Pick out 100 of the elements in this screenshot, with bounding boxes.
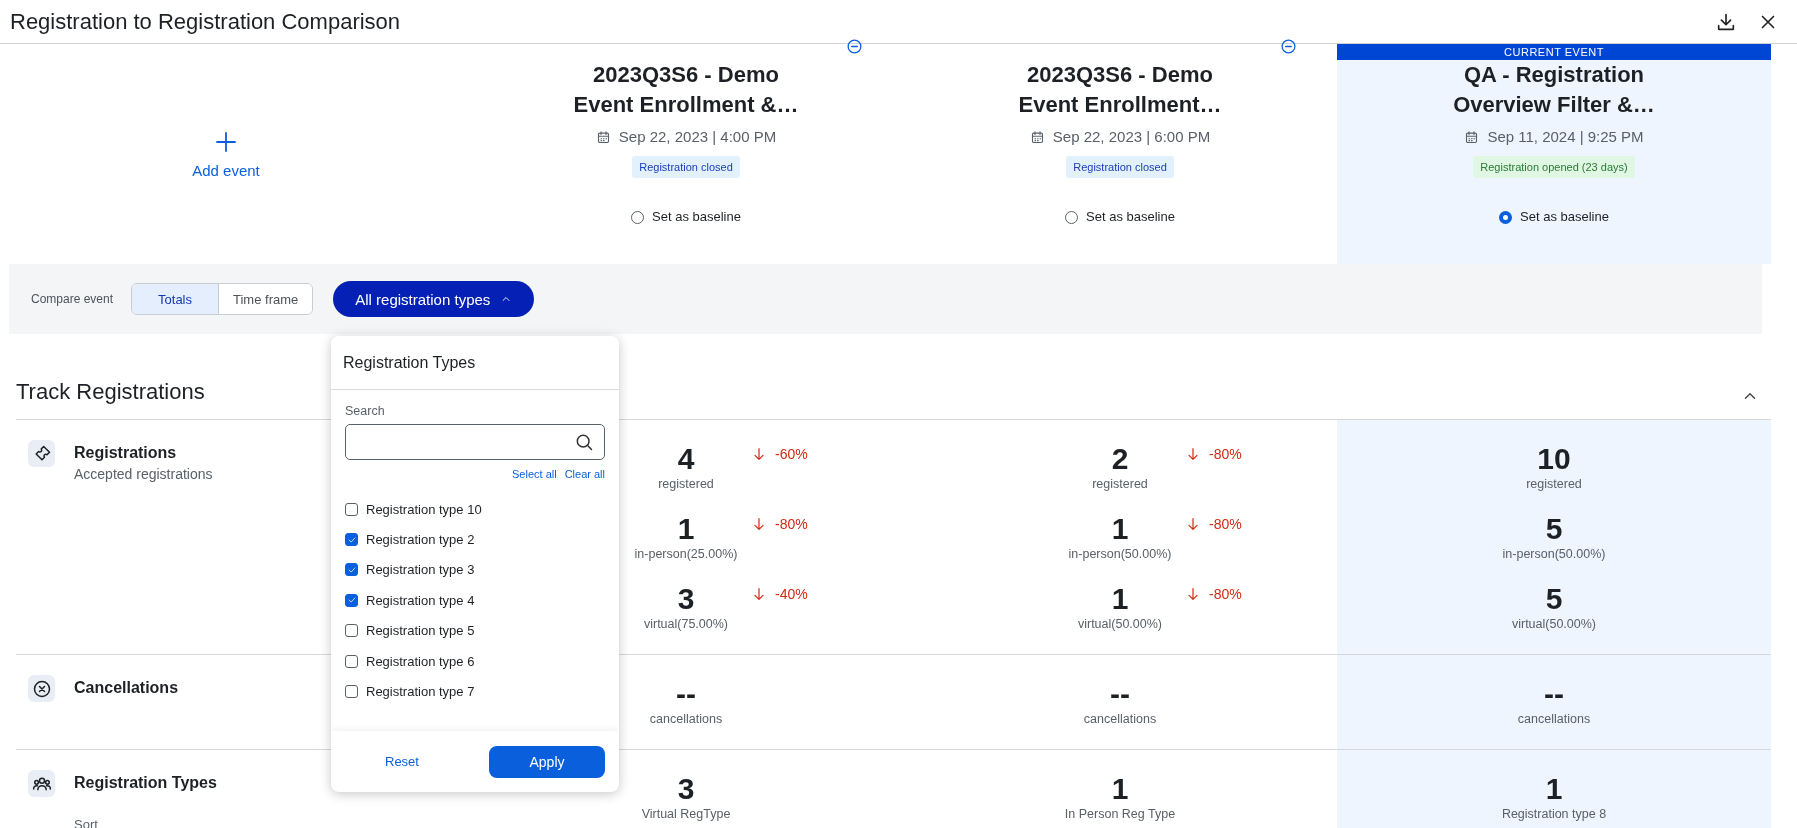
search-icon	[574, 432, 594, 452]
checkbox[interactable]	[345, 533, 358, 547]
dropdown-title: Registration Types	[331, 336, 619, 390]
segment-tab[interactable]: Totals	[132, 284, 218, 314]
change-percent: -60%	[775, 446, 808, 462]
metric-label: cancellations	[649, 711, 723, 727]
metric-value: --	[1110, 677, 1130, 711]
metric-value: 1	[1111, 582, 1129, 616]
option-label[interactable]: Registration type 7	[366, 684, 475, 700]
option-label[interactable]: Registration type 2	[366, 532, 475, 548]
option-label[interactable]: Registration type 4	[366, 592, 475, 608]
registration-type-filter[interactable]: All registration types	[333, 281, 535, 317]
option-label[interactable]: Registration type 3	[366, 562, 475, 578]
metric-value: 4	[677, 442, 695, 476]
down-arrow-icon	[1185, 446, 1201, 462]
metric-title: Cancellations	[74, 678, 179, 698]
down-arrow-icon	[751, 516, 767, 532]
checkbox[interactable]	[345, 624, 358, 638]
checkbox[interactable]	[345, 502, 358, 516]
metric-value: 1	[677, 512, 695, 546]
add-event-link[interactable]: Add event	[192, 161, 260, 179]
metric-title: Registrations	[74, 443, 178, 463]
radio-label[interactable]: Set as baseline	[1520, 206, 1609, 228]
metric-value: 3	[677, 582, 695, 616]
calendar-icon	[595, 129, 611, 145]
down-arrow-icon	[1185, 586, 1201, 602]
metric-value: 2	[1111, 442, 1129, 476]
apply-button[interactable]: Apply	[489, 745, 605, 778]
change-percent: -80%	[1209, 446, 1242, 462]
calendar-icon	[1029, 129, 1045, 145]
event-title: 2023Q3S6 - Demo Event Enrollment &…	[572, 61, 800, 119]
option-label[interactable]: Registration type 10	[366, 501, 482, 517]
metric-label: In Person Reg Type	[1064, 806, 1176, 822]
segment-tab[interactable]: Time frame	[218, 284, 313, 314]
metric-value: --	[1544, 677, 1564, 711]
metric-label: cancellations	[1517, 711, 1591, 727]
metric-label: registered	[1092, 476, 1148, 492]
status-badge: Registration opened (23 days)	[1473, 156, 1635, 178]
minus-circle-icon[interactable]	[846, 38, 863, 55]
calendar-icon	[1464, 129, 1480, 145]
metric-value: 1	[1111, 512, 1129, 546]
change-percent: -40%	[775, 586, 808, 602]
metric-label: virtual(50.00%)	[1511, 616, 1597, 632]
check-icon	[346, 595, 357, 606]
metric-label: registered	[658, 476, 714, 492]
checkbox[interactable]	[345, 654, 358, 668]
metric-label: Registration type 8	[1501, 806, 1607, 822]
clear-all-link[interactable]: Clear all	[564, 468, 605, 480]
radio-button[interactable]	[1065, 210, 1079, 224]
change-percent: -80%	[1209, 516, 1242, 532]
radio-button[interactable]	[1499, 210, 1513, 224]
check-icon	[346, 564, 357, 575]
metric-label: in-person(50.00%)	[1502, 546, 1606, 562]
current-event-banner: CURRENT EVENT	[1337, 44, 1771, 60]
checkbox[interactable]	[345, 685, 358, 699]
metric-value: 1	[1111, 772, 1129, 806]
event-date: Sep 22, 2023 | 4:00 PM	[618, 128, 777, 146]
radio-label[interactable]: Set as baseline	[1086, 206, 1175, 228]
metric-value: --	[676, 677, 696, 711]
checkbox[interactable]	[345, 593, 358, 607]
metric-label: virtual(50.00%)	[1077, 616, 1163, 632]
event-date: Sep 22, 2023 | 6:00 PM	[1052, 128, 1211, 146]
window-title: Registration to Registration Comparison	[10, 8, 401, 35]
status-badge: Registration closed	[632, 156, 740, 178]
metric-title: Registration Types	[74, 773, 217, 793]
reset-button[interactable]: Reset	[381, 750, 423, 773]
event-title: 2023Q3S6 - Demo Event Enrollment…	[1017, 61, 1223, 119]
down-arrow-icon	[1185, 516, 1201, 532]
metric-label: virtual(75.00%)	[643, 616, 729, 632]
metric-label: in-person(50.00%)	[1068, 546, 1172, 562]
option-label[interactable]: Registration type 6	[366, 653, 475, 669]
section-title: Track Registrations	[16, 379, 205, 405]
metric-subtitle: Accepted registrations	[74, 465, 213, 484]
plus-icon[interactable]	[214, 129, 238, 154]
compare-event-label: Compare event	[31, 292, 114, 306]
metric-value: 3	[677, 772, 695, 806]
search-field[interactable]	[345, 424, 605, 460]
down-arrow-icon	[751, 446, 767, 462]
metric-label: Virtual RegType	[641, 806, 731, 822]
metric-label: cancellations	[1083, 711, 1157, 727]
change-percent: -80%	[1209, 586, 1242, 602]
metric-label: in-person(25.00%)	[634, 546, 738, 562]
search-label: Search	[345, 404, 386, 418]
radio-label[interactable]: Set as baseline	[652, 206, 741, 228]
event-title: QA - Registration Overview Filter &…	[1452, 61, 1656, 119]
option-label[interactable]: Registration type 5	[366, 623, 475, 639]
select-all-link[interactable]: Select all	[512, 468, 557, 480]
checkbox[interactable]	[345, 563, 358, 577]
change-percent: -80%	[775, 516, 808, 532]
minus-circle-icon[interactable]	[1280, 38, 1297, 55]
radio-button[interactable]	[631, 210, 645, 224]
cancel-circle-icon	[31, 678, 52, 699]
metric-value: 5	[1545, 582, 1563, 616]
metric-value: 10	[1537, 442, 1571, 476]
metric-value: 1	[1545, 772, 1563, 806]
check-icon	[346, 534, 357, 545]
metric-label: registered	[1526, 476, 1582, 492]
status-badge: Registration closed	[1066, 156, 1174, 178]
down-arrow-icon	[751, 586, 767, 602]
event-date: Sep 11, 2024 | 9:25 PM	[1487, 128, 1644, 146]
